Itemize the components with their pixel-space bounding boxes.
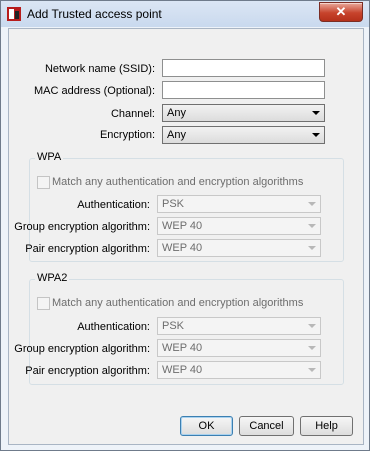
- wpa-match-label: Match any authentication and encryption …: [52, 176, 304, 188]
- wpa2-pair-enc-label: Pair encryption algorithm:: [25, 365, 150, 377]
- wpa-auth-select[interactable]: PSK: [157, 195, 321, 213]
- wpa-group-enc-value: WEP 40: [162, 220, 203, 232]
- wpa2-group-enc-label: Group encryption algorithm:: [14, 343, 150, 355]
- wpa-pair-enc-value: WEP 40: [162, 242, 203, 254]
- dialog-title: Add Trusted access point: [27, 7, 162, 21]
- wpa2-match-label: Match any authentication and encryption …: [52, 297, 304, 309]
- channel-select[interactable]: Any: [162, 104, 325, 122]
- wpa-pair-enc-select[interactable]: WEP 40: [157, 239, 321, 257]
- wpa-group-enc-select[interactable]: WEP 40: [157, 217, 321, 235]
- close-button[interactable]: ✕: [319, 2, 363, 22]
- wpa2-group-enc-value: WEP 40: [162, 342, 203, 354]
- chevron-down-icon: [312, 111, 320, 115]
- chevron-down-icon: [308, 224, 316, 228]
- chevron-down-icon: [308, 246, 316, 250]
- close-icon: ✕: [335, 4, 347, 19]
- wpa-auth-label: Authentication:: [77, 199, 150, 211]
- help-button[interactable]: Help: [300, 416, 353, 436]
- wpa2-auth-select[interactable]: PSK: [157, 317, 321, 335]
- channel-label: Channel:: [110, 108, 155, 120]
- chevron-down-icon: [308, 368, 316, 372]
- wpa2-match-checkbox[interactable]: [37, 297, 50, 310]
- ssid-label: Network name (SSID):: [44, 63, 155, 75]
- ok-button[interactable]: OK: [180, 416, 233, 436]
- chevron-down-icon: [312, 133, 320, 137]
- wpa2-auth-value: PSK: [162, 320, 185, 332]
- wpa-auth-value: PSK: [162, 198, 185, 210]
- mac-input[interactable]: [162, 81, 325, 99]
- dialog-body: Network name (SSID): MAC address (Option…: [8, 28, 364, 445]
- wpa-match-checkbox[interactable]: [37, 176, 50, 189]
- wpa2-pair-enc-select[interactable]: WEP 40: [157, 361, 321, 379]
- chevron-down-icon: [308, 324, 316, 328]
- wpa-group-enc-label: Group encryption algorithm:: [14, 221, 150, 233]
- wpa2-group-enc-select[interactable]: WEP 40: [157, 339, 321, 357]
- cancel-button[interactable]: Cancel: [239, 416, 294, 436]
- app-logo-icon: [7, 7, 21, 21]
- ssid-input[interactable]: [162, 59, 325, 77]
- channel-value: Any: [167, 107, 186, 119]
- title-bar: Add Trusted access point ✕: [1, 1, 369, 27]
- wpa-group-title: WPA: [35, 151, 64, 163]
- chevron-down-icon: [308, 346, 316, 350]
- mac-label: MAC address (Optional):: [33, 85, 155, 97]
- chevron-down-icon: [308, 202, 316, 206]
- wpa-pair-enc-label: Pair encryption algorithm:: [25, 243, 150, 255]
- encryption-select[interactable]: Any: [162, 126, 325, 144]
- wpa2-pair-enc-value: WEP 40: [162, 364, 203, 376]
- wpa2-auth-label: Authentication:: [77, 321, 150, 333]
- wpa2-group-title: WPA2: [35, 272, 70, 284]
- encryption-label: Encryption:: [99, 129, 155, 141]
- encryption-value: Any: [167, 129, 186, 141]
- dialog-window: Add Trusted access point ✕ Network name …: [0, 0, 370, 451]
